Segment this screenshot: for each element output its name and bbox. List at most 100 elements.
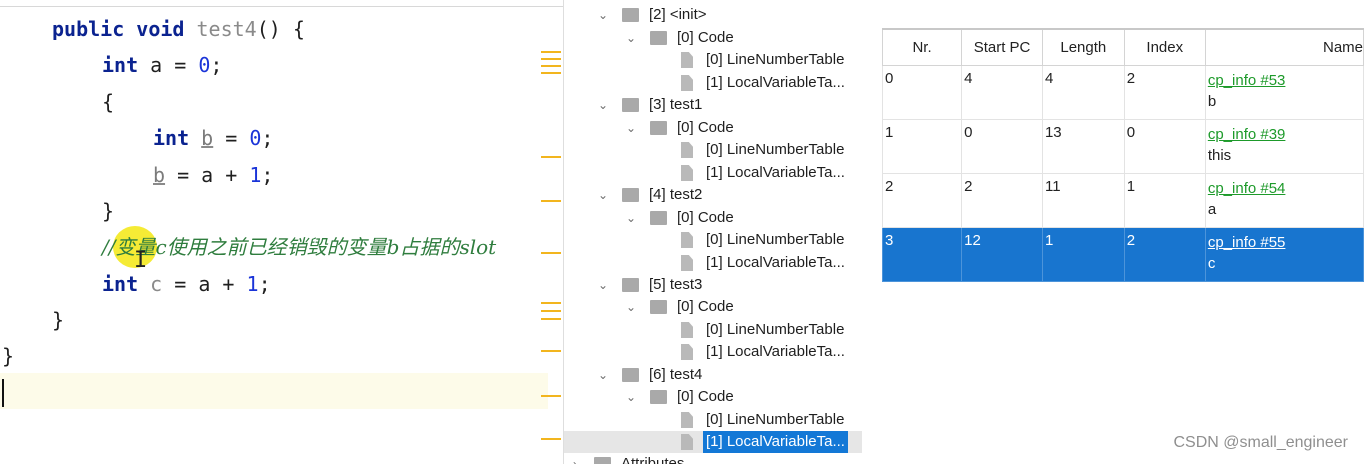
chevron-down-icon[interactable]: ⌄ bbox=[597, 9, 609, 21]
table-row[interactable]: 2 2 11 1 cp_info #54 a bbox=[881, 173, 1364, 228]
tree-node-local-variable-table-selected[interactable]: [1] LocalVariableTa... bbox=[564, 431, 862, 453]
code-line-close-class[interactable]: } bbox=[2, 338, 14, 374]
gutter-marker[interactable] bbox=[541, 156, 561, 158]
code-line-int-a[interactable]: int a = 0; bbox=[102, 47, 222, 83]
tree-node-code[interactable]: ⌄ [0] Code bbox=[564, 207, 862, 229]
tree-node-method-init[interactable]: ⌄ [2] <init> bbox=[564, 4, 862, 26]
tree-node-label: [1] LocalVariableTa... bbox=[706, 164, 845, 181]
tree-node-local-variable-table[interactable]: [1] LocalVariableTa... bbox=[564, 72, 862, 94]
column-header-nr[interactable]: Nr. bbox=[881, 28, 963, 66]
code-line-close-method[interactable]: } bbox=[52, 302, 64, 338]
cell-length: 1 bbox=[1041, 227, 1125, 282]
gutter-marker[interactable] bbox=[541, 200, 561, 202]
cp-info-link[interactable]: cp_info #54 bbox=[1208, 178, 1361, 199]
table-row-selected[interactable]: 3 12 1 2 cp_info #55 c bbox=[881, 227, 1364, 282]
variable-name: a bbox=[1207, 201, 1217, 218]
tree-node-code[interactable]: ⌄ [0] Code bbox=[564, 117, 862, 139]
gutter-marker[interactable] bbox=[541, 252, 561, 254]
tree-node-label: [0] Code bbox=[677, 388, 734, 405]
tree-node-line-number-table[interactable]: [0] LineNumberTable bbox=[564, 319, 862, 341]
tree-node-label: [0] LineNumberTable bbox=[706, 51, 845, 68]
method-name: test4 bbox=[196, 17, 257, 41]
chevron-down-icon[interactable]: ⌄ bbox=[597, 369, 609, 381]
gutter-marker[interactable] bbox=[541, 318, 561, 320]
literal-one: 1 bbox=[249, 163, 262, 187]
gutter-marker[interactable] bbox=[541, 65, 561, 67]
document-icon bbox=[681, 255, 693, 271]
column-header-start-pc[interactable]: Start PC bbox=[961, 28, 1043, 66]
chevron-right-icon[interactable]: › bbox=[569, 458, 581, 464]
tree-node-line-number-table[interactable]: [0] LineNumberTable bbox=[564, 409, 862, 431]
code-line-open-block[interactable]: { bbox=[102, 84, 114, 120]
gutter-marker[interactable] bbox=[541, 438, 561, 440]
tree-node-local-variable-table[interactable]: [1] LocalVariableTa... bbox=[564, 252, 862, 274]
tree-node-method-test1[interactable]: ⌄ [3] test1 bbox=[564, 94, 862, 116]
keyword-int: int bbox=[153, 126, 190, 150]
gutter-marker[interactable] bbox=[541, 58, 561, 60]
tree-node-label: [4] test2 bbox=[649, 186, 703, 203]
cell-name: cp_info #54 a bbox=[1204, 173, 1364, 228]
cp-info-link[interactable]: cp_info #53 bbox=[1208, 70, 1361, 91]
chevron-down-icon[interactable]: ⌄ bbox=[625, 32, 637, 44]
assign-operator: = bbox=[213, 126, 250, 150]
code-line-comment[interactable]: //变量c使用之前已经销毁的变量b占据的slot bbox=[102, 229, 496, 265]
table-header-row: Nr. Start PC Length Index Name bbox=[881, 28, 1364, 66]
chevron-down-icon[interactable]: ⌄ bbox=[597, 189, 609, 201]
class-structure-tree[interactable]: ⌄ [2] <init> ⌄ [0] Code [0] LineNumberTa… bbox=[563, 0, 862, 464]
tree-node-method-test2[interactable]: ⌄ [4] test2 bbox=[564, 184, 862, 206]
code-editor[interactable]: public void test4() { int a = 0; { int b… bbox=[0, 0, 563, 464]
tree-node-local-variable-table[interactable]: [1] LocalVariableTa... bbox=[564, 341, 862, 363]
code-line-close-block[interactable]: } bbox=[102, 193, 114, 229]
tree-node-line-number-table[interactable]: [0] LineNumberTable bbox=[564, 229, 862, 251]
tree-node-label: [0] Code bbox=[677, 29, 734, 46]
gutter-marker[interactable] bbox=[541, 302, 561, 304]
folder-icon bbox=[622, 8, 639, 22]
code-line-int-c[interactable]: int c = a + 1; bbox=[102, 266, 271, 302]
code-line-method-signature[interactable]: public void test4() { bbox=[52, 11, 305, 47]
chevron-down-icon[interactable]: ⌄ bbox=[625, 391, 637, 403]
tree-node-method-test3[interactable]: ⌄ [5] test3 bbox=[564, 274, 862, 296]
tree-node-local-variable-table[interactable]: [1] LocalVariableTa... bbox=[564, 162, 862, 184]
plus-expression: = a + bbox=[162, 272, 247, 296]
tree-node-line-number-table[interactable]: [0] LineNumberTable bbox=[564, 49, 862, 71]
chevron-down-icon[interactable]: ⌄ bbox=[625, 122, 637, 134]
semicolon: ; bbox=[210, 53, 223, 77]
chevron-down-icon[interactable]: ⌄ bbox=[625, 301, 637, 313]
code-line-int-b[interactable]: int b = 0; bbox=[153, 120, 273, 156]
semicolon: ; bbox=[261, 163, 274, 187]
tree-node-code[interactable]: ⌄ [0] Code bbox=[564, 296, 862, 318]
gutter-marker[interactable] bbox=[541, 350, 561, 352]
cell-start-pc: 0 bbox=[961, 119, 1043, 174]
variable-name: b bbox=[1207, 93, 1217, 110]
tree-node-line-number-table[interactable]: [0] LineNumberTable bbox=[564, 139, 862, 161]
cell-length: 13 bbox=[1041, 119, 1125, 174]
chevron-down-icon[interactable]: ⌄ bbox=[597, 279, 609, 291]
document-icon bbox=[681, 52, 693, 68]
cp-info-link[interactable]: cp_info #55 bbox=[1208, 232, 1361, 253]
current-line-highlight bbox=[0, 373, 548, 409]
column-header-name[interactable]: Name bbox=[1204, 28, 1364, 66]
gutter-marker[interactable] bbox=[541, 51, 561, 53]
tree-node-label: [1] LocalVariableTa... bbox=[706, 74, 845, 91]
tree-node-code[interactable]: ⌄ [0] Code bbox=[564, 27, 862, 49]
keyword-int: int bbox=[102, 272, 139, 296]
column-header-index[interactable]: Index bbox=[1123, 28, 1206, 66]
cp-info-link[interactable]: cp_info #39 bbox=[1208, 124, 1361, 145]
gutter-marker[interactable] bbox=[541, 72, 561, 74]
close-brace: } bbox=[102, 199, 115, 223]
gutter-marker[interactable] bbox=[541, 395, 561, 397]
code-line-b-assign[interactable]: b = a + 1; bbox=[153, 157, 273, 193]
table-row[interactable]: 1 0 13 0 cp_info #39 this bbox=[881, 119, 1364, 174]
gutter-marker[interactable] bbox=[541, 310, 561, 312]
local-variable-table[interactable]: Nr. Start PC Length Index Name 0 4 4 2 c… bbox=[881, 28, 1364, 282]
tree-node-method-test4[interactable]: ⌄ [6] test4 bbox=[564, 364, 862, 386]
chevron-down-icon[interactable]: ⌄ bbox=[625, 212, 637, 224]
cell-length: 4 bbox=[1041, 65, 1125, 120]
tree-node-code[interactable]: ⌄ [0] Code bbox=[564, 386, 862, 408]
tree-node-attributes[interactable]: › Attributes bbox=[564, 453, 862, 464]
cell-index: 0 bbox=[1123, 119, 1206, 174]
plus-expression: = a + bbox=[165, 163, 250, 187]
column-header-length[interactable]: Length bbox=[1041, 28, 1125, 66]
table-row[interactable]: 0 4 4 2 cp_info #53 b bbox=[881, 65, 1364, 120]
chevron-down-icon[interactable]: ⌄ bbox=[597, 99, 609, 111]
